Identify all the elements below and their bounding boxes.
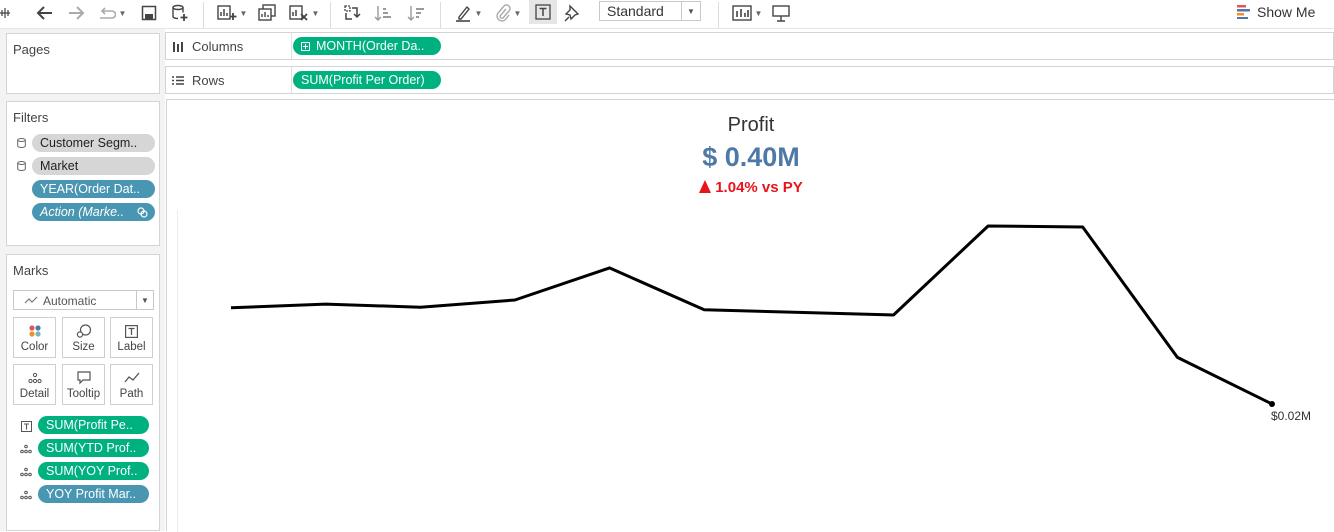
size-icon [63,324,104,338]
tooltip-label: Tooltip [66,388,101,400]
size-label: Size [72,341,95,353]
columns-shelf[interactable]: Columns MONTH(Order Da.. [165,32,1334,60]
redo-icon[interactable] [66,3,86,23]
new-datasource-icon[interactable] [170,3,190,23]
path-icon [111,371,152,385]
filter-pill-customer-segment[interactable]: Customer Segm.. [32,134,155,152]
filters-title: Filters [13,110,49,125]
filter-pill-market[interactable]: Market [32,157,155,175]
worksheet-view[interactable]: Profit $ 0.40M 1.04% vs PY $0.02M [166,99,1334,532]
columns-pill-month-order-date[interactable]: MONTH(Order Da.. [293,37,441,55]
paperclip-icon[interactable]: ▼ [490,3,526,23]
marks-field-sum-ytd-profit[interactable]: SUM(YTD Prof.. [38,439,149,457]
columns-icon [173,42,183,52]
chevron-down-icon: ▼ [513,8,522,18]
label-label: Label [117,341,146,353]
rows-shelf[interactable]: Rows SUM(Profit Per Order) [165,66,1334,94]
sort-descending-icon[interactable] [406,3,426,23]
duplicate-icon[interactable] [256,3,278,23]
detail-icon [20,466,32,478]
label-icon [111,324,152,338]
pin-icon[interactable] [562,3,582,23]
fit-select-value: Standard [607,3,664,19]
filters-card[interactable]: Filters Customer Segm.. Market YEAR(Orde… [6,101,160,246]
rows-label: Rows [192,73,225,88]
size-button[interactable]: Size [62,317,105,358]
chevron-down-icon: ▼ [681,2,700,20]
line-mark-icon [24,296,38,304]
save-icon[interactable] [140,3,158,23]
tableau-logo-icon[interactable] [0,3,10,23]
show-me-icon [1237,5,1250,19]
replay-icon[interactable]: ▼ [96,3,128,23]
chevron-down-icon: ▼ [754,8,763,18]
chevron-down-icon: ▼ [136,291,153,309]
show-me-label: Show Me [1257,4,1316,20]
path-label: Path [119,388,144,400]
chevron-down-icon: ▼ [118,8,127,18]
undo-icon[interactable] [35,3,55,23]
toolbar: ▼ ▼ ▼ ▼ ▼ Standard ▼ ▼ Show Me [0,0,1334,29]
label-icon [20,420,32,432]
detail-icon [20,489,32,501]
detail-icon [14,371,55,385]
data-point[interactable] [1269,401,1275,407]
mark-type-select[interactable]: Automatic ▼ [13,290,154,310]
chevron-down-icon: ▼ [474,8,483,18]
marks-title: Marks [13,263,49,278]
swap-icon[interactable] [342,3,362,23]
database-icon [16,161,26,171]
profit-series-line[interactable] [230,224,1273,406]
columns-pill-label: MONTH(Order Da.. [316,39,425,53]
chevron-down-icon: ▼ [239,8,248,18]
presentation-icon[interactable] [770,3,792,23]
filter-pill-action-label: Action (Marke.. [40,205,125,219]
marks-card: Marks Automatic ▼ Color Size Label Detai… [6,254,160,531]
tooltip-icon [63,371,104,385]
show-mark-labels-icon[interactable] [529,0,557,24]
marks-field-sum-profit-per-order[interactable]: SUM(Profit Pe.. [38,416,149,434]
profit-line-chart: $0.02M [230,224,1311,423]
new-worksheet-icon[interactable]: ▼ [214,3,250,23]
color-label: Color [20,341,49,353]
marks-field-sum-yoy-profit[interactable]: SUM(YOY Prof.. [38,462,149,480]
rows-icon [172,76,184,85]
chevron-down-icon: ▼ [311,8,320,18]
columns-label: Columns [192,39,244,54]
label-button[interactable]: Label [110,317,153,358]
tooltip-button[interactable]: Tooltip [62,364,105,405]
filter-pill-action-market[interactable]: Action (Marke.. [32,203,155,221]
columns-shelf-label-group: Columns [172,39,243,54]
clear-sheet-icon[interactable]: ▼ [286,3,322,23]
show-me-button[interactable]: Show Me [1237,2,1315,22]
detail-icon [20,443,32,455]
highlight-icon[interactable]: ▼ [452,3,484,23]
expand-icon [301,41,310,51]
filter-pill-year-order-date[interactable]: YEAR(Order Dat.. [32,180,155,198]
pages-card[interactable]: Pages [6,33,160,94]
end-point-label: $0.02M [1271,409,1311,423]
detail-button[interactable]: Detail [13,364,56,405]
show-cards-icon[interactable]: ▼ [730,3,764,23]
rows-pill-sum-profit-per-order[interactable]: SUM(Profit Per Order) [293,71,441,89]
mark-type-value: Automatic [43,294,97,308]
detail-label: Detail [19,388,50,400]
color-icon [14,324,55,338]
fit-select[interactable]: Standard ▼ [599,1,701,21]
marks-field-yoy-profit-margin[interactable]: YOY Profit Mar.. [38,485,149,503]
link-icon [137,207,148,218]
database-icon [16,138,26,148]
pages-title: Pages [13,42,50,57]
rows-shelf-label-group: Rows [172,73,225,88]
sort-ascending-icon[interactable] [373,3,393,23]
path-button[interactable]: Path [110,364,153,405]
color-button[interactable]: Color [13,317,56,358]
